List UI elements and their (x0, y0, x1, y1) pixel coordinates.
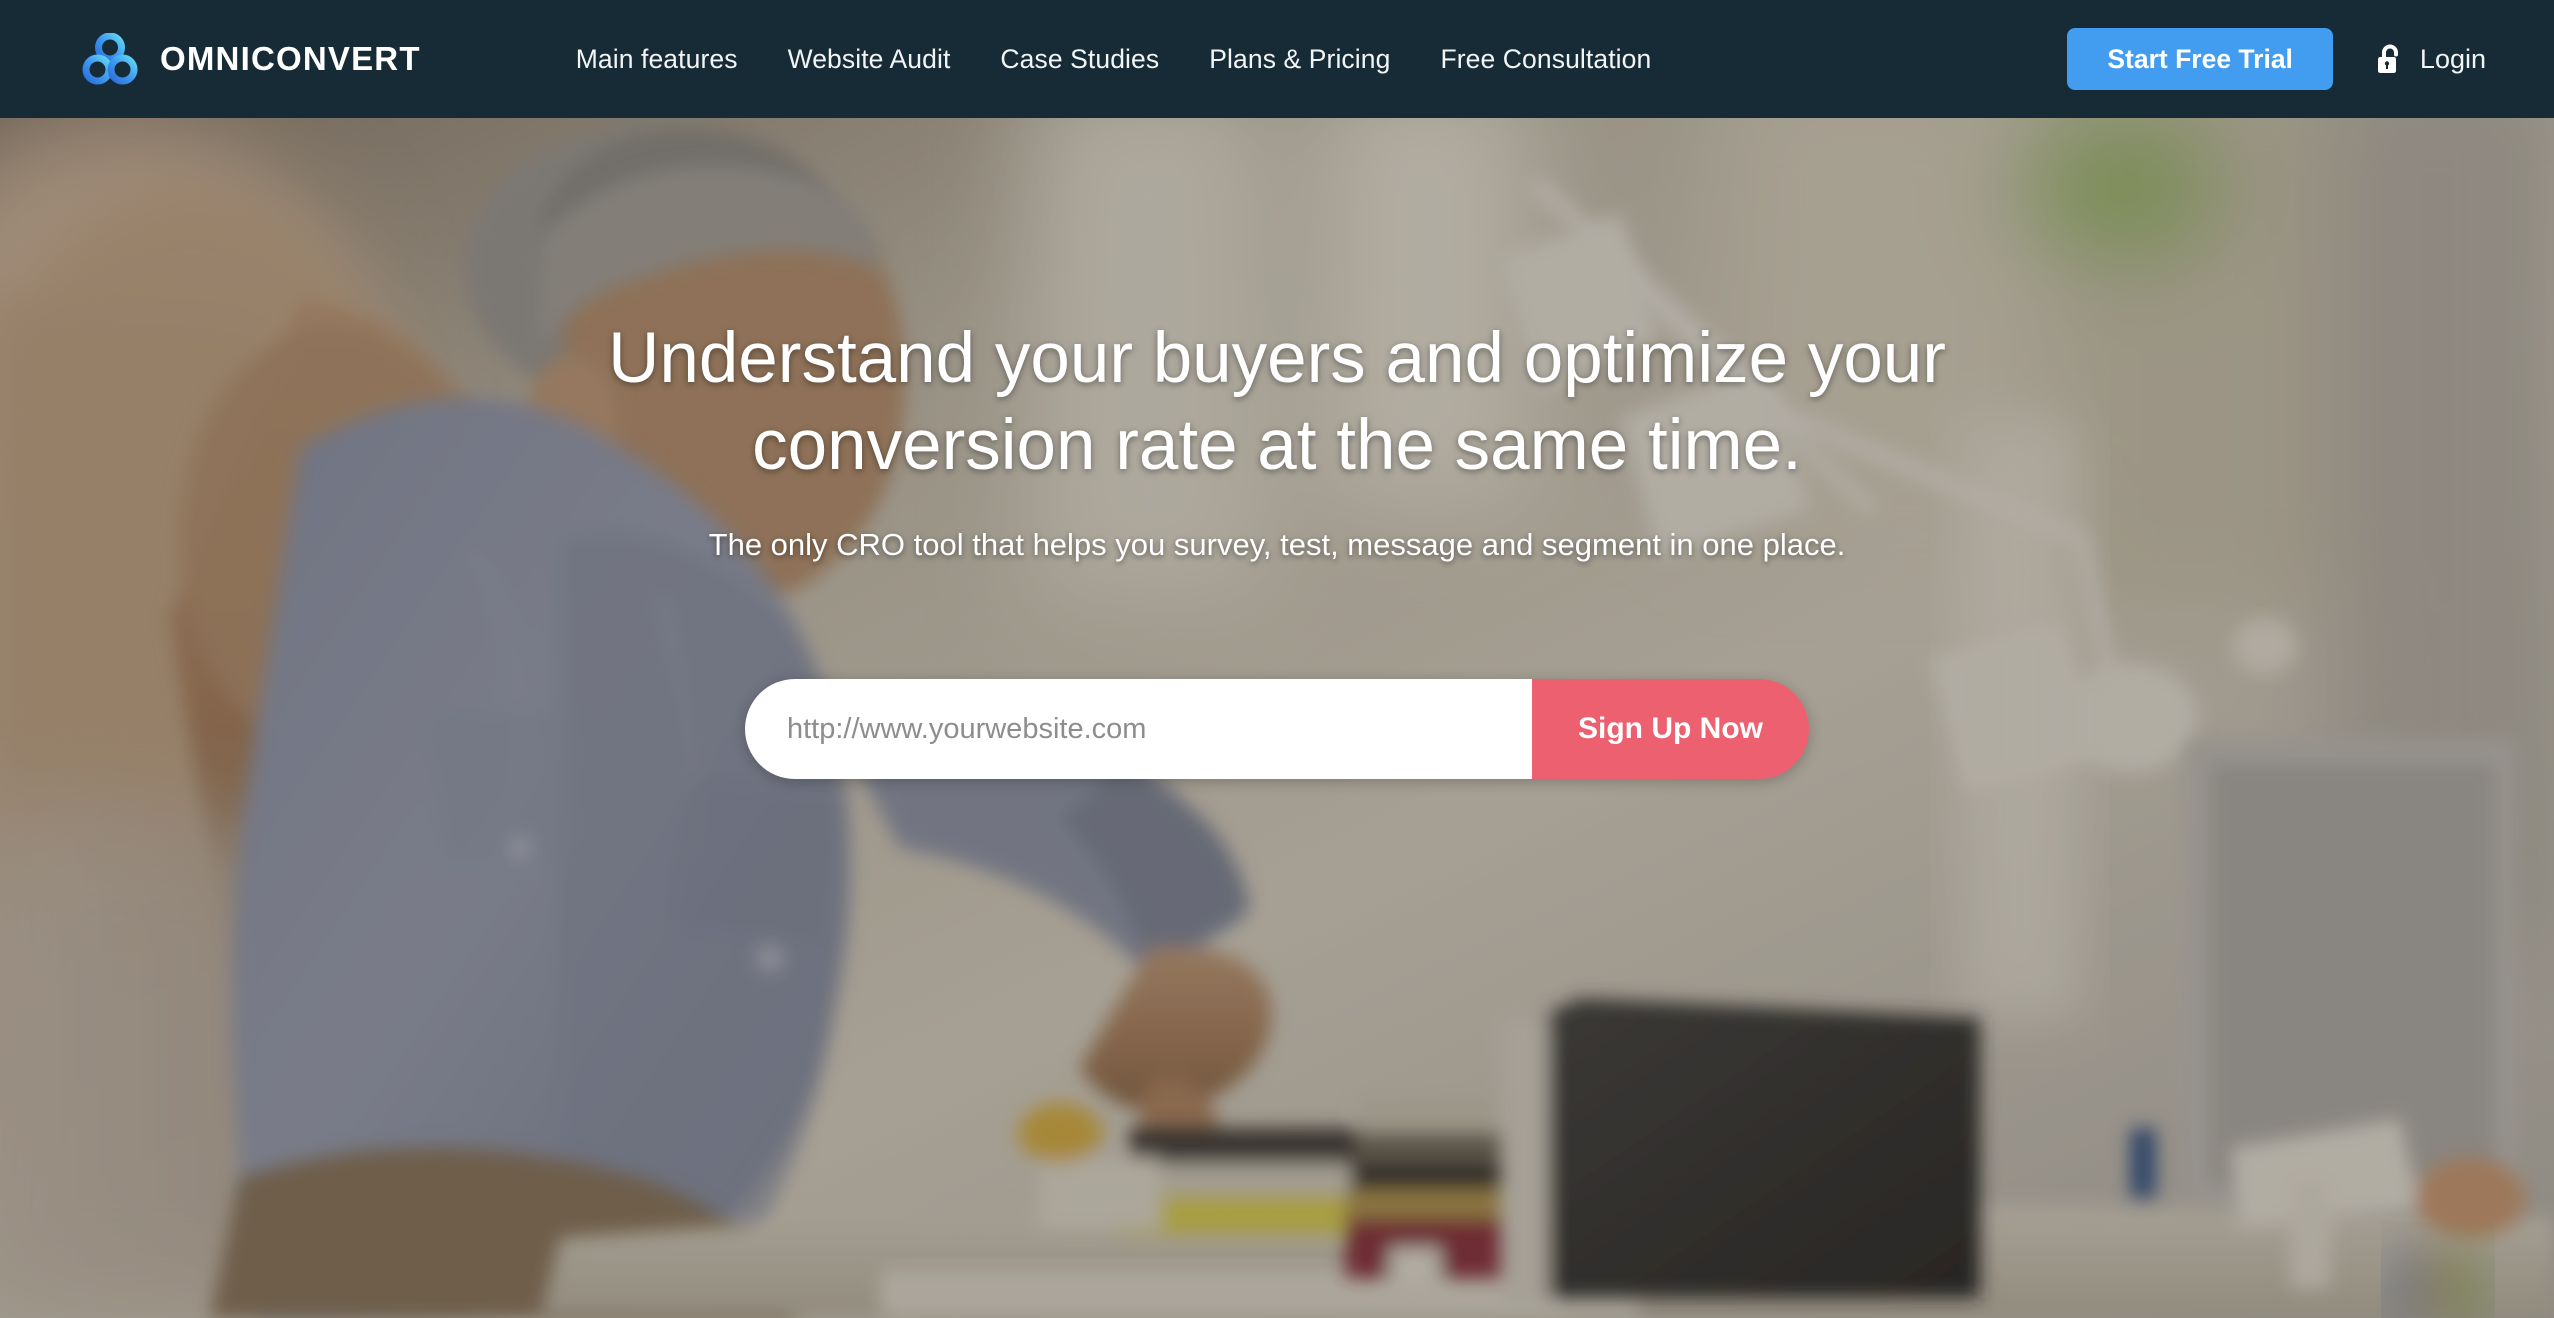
hero-section: Understand your buyers and optimize your… (0, 118, 2554, 1318)
sign-up-now-button[interactable]: Sign Up Now (1532, 679, 1809, 780)
nav-item-case-studies[interactable]: Case Studies (975, 44, 1184, 75)
hero-subheadline: The only CRO tool that helps you survey,… (708, 527, 1846, 563)
landing-page: OMNICONVERT Main features Website Audit … (0, 0, 2554, 1318)
open-padlock-icon (2375, 42, 2405, 76)
brand-name: OMNICONVERT (160, 40, 421, 77)
nav-item-free-consultation[interactable]: Free Consultation (1415, 44, 1676, 75)
signup-form: Sign Up Now (745, 679, 1809, 780)
brand-logo-link[interactable]: OMNICONVERT (82, 33, 421, 85)
hero-headline: Understand your buyers and optimize your… (608, 319, 1946, 485)
main-navigation: Main features Website Audit Case Studies… (551, 44, 1677, 75)
three-rings-logo-icon (82, 33, 138, 85)
hero-content: Understand your buyers and optimize your… (0, 118, 2554, 1318)
login-label: Login (2419, 43, 2486, 74)
nav-item-website-audit[interactable]: Website Audit (763, 44, 976, 75)
website-url-input[interactable] (745, 679, 1532, 780)
login-link[interactable]: Login (2375, 42, 2486, 76)
site-header: OMNICONVERT Main features Website Audit … (0, 0, 2554, 118)
nav-item-main-features[interactable]: Main features (551, 44, 763, 75)
header-actions: Start Free Trial Login (2067, 0, 2554, 118)
start-free-trial-button[interactable]: Start Free Trial (2067, 28, 2333, 90)
nav-item-plans-pricing[interactable]: Plans & Pricing (1184, 44, 1415, 75)
